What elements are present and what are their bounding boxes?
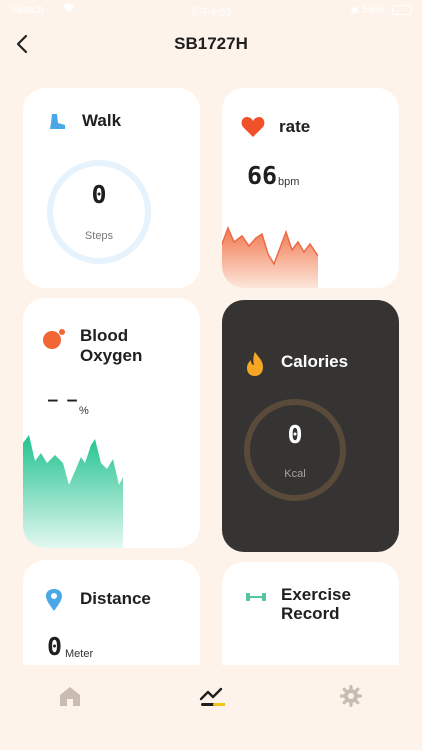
walk-card[interactable]: Walk 0 Steps bbox=[23, 88, 200, 288]
calories-card[interactable]: Calories 0 Kcal bbox=[222, 300, 399, 552]
flame-icon bbox=[244, 351, 266, 382]
bluetooth-icon: ✱ bbox=[350, 5, 360, 17]
dumbbell-icon bbox=[246, 590, 266, 608]
steps-ring bbox=[45, 158, 153, 271]
shoe-icon bbox=[47, 112, 67, 137]
top-bar: SB1727H bbox=[0, 22, 422, 66]
blood-oxygen-icon bbox=[43, 328, 67, 355]
battery-icon bbox=[392, 5, 412, 15]
carrier-label: Sketch bbox=[10, 4, 44, 16]
heart-rate-card[interactable]: rate 66 bpm bbox=[222, 88, 399, 288]
calories-unit: Kcal bbox=[284, 468, 306, 480]
heart-icon bbox=[241, 116, 265, 143]
calories-value: 0 bbox=[287, 420, 303, 449]
blood-oxygen-title-line1: Blood bbox=[80, 326, 129, 345]
time-label: 下午4:03 bbox=[188, 7, 232, 19]
rate-unit: bpm bbox=[278, 176, 300, 188]
gear-icon bbox=[339, 684, 363, 708]
exercise-title-line1: Exercise bbox=[281, 585, 351, 604]
tab-bar bbox=[0, 665, 422, 750]
wifi-icon bbox=[62, 2, 76, 17]
home-tab[interactable] bbox=[58, 685, 82, 712]
home-icon bbox=[60, 687, 80, 706]
blood-oxygen-card[interactable]: Blood Oxygen — — % bbox=[23, 298, 200, 548]
blood-oxygen-unit: % bbox=[79, 405, 89, 417]
blood-oxygen-value: — — bbox=[48, 390, 77, 409]
rate-value: 66 bbox=[247, 161, 278, 190]
blood-oxygen-title-line2: Oxygen bbox=[80, 346, 143, 365]
settings-tab[interactable] bbox=[339, 684, 363, 712]
blood-oxygen-wave bbox=[23, 433, 125, 548]
battery-label: 56% bbox=[362, 4, 385, 16]
exercise-title-line2: Record bbox=[281, 604, 340, 623]
trend-tab[interactable] bbox=[199, 685, 225, 712]
trend-icon bbox=[199, 687, 225, 706]
location-pin-icon bbox=[45, 588, 63, 617]
page-title: SB1727H bbox=[174, 34, 248, 53]
walk-title: Walk bbox=[82, 111, 122, 130]
distance-value: 0 bbox=[47, 632, 63, 661]
steps-value: 0 bbox=[91, 180, 107, 209]
calories-ring bbox=[242, 397, 348, 508]
rate-title: rate bbox=[279, 117, 311, 136]
status-bar: Sketch 下午4:03 ✱ 56% bbox=[0, 0, 422, 22]
heart-rate-wave bbox=[222, 224, 319, 288]
distance-unit: Meter bbox=[65, 648, 94, 660]
distance-title: Distance bbox=[80, 589, 151, 608]
calories-title: Calories bbox=[281, 352, 349, 371]
steps-unit: Steps bbox=[84, 230, 114, 242]
